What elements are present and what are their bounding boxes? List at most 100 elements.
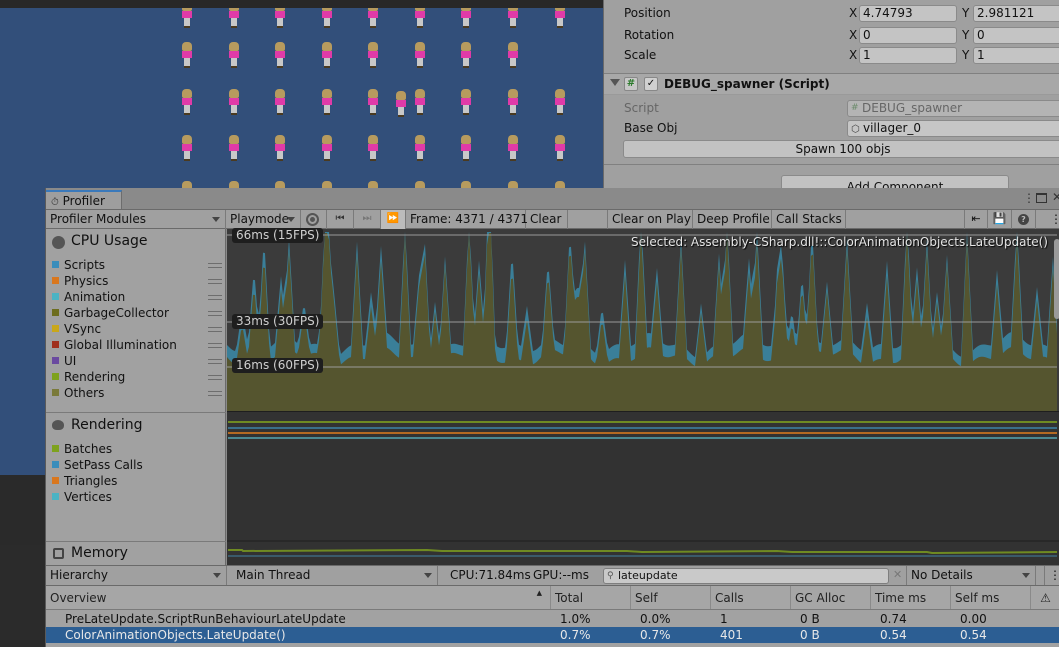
villager-sprite[interactable] bbox=[507, 89, 519, 115]
rendering-legend-item[interactable]: Triangles bbox=[52, 473, 117, 489]
villager-sprite[interactable] bbox=[274, 42, 286, 68]
cpu-legend-item[interactable]: Animation bbox=[52, 289, 125, 305]
close-icon[interactable]: ✕ bbox=[1052, 190, 1059, 204]
villager-sprite[interactable] bbox=[274, 89, 286, 115]
column-time-ms[interactable]: Time ms bbox=[870, 586, 950, 609]
villager-sprite[interactable] bbox=[367, 89, 379, 115]
profiler-modules-dropdown[interactable]: Profiler Modules bbox=[46, 210, 226, 229]
column-overview[interactable]: Overview ▲ bbox=[46, 586, 550, 609]
column-total[interactable]: Total bbox=[550, 586, 630, 609]
rotation-y-field[interactable]: 0 bbox=[973, 27, 1059, 44]
search-input[interactable]: ⚲ lateupdate bbox=[603, 568, 889, 584]
details-dropdown[interactable]: No Details bbox=[906, 566, 1036, 585]
rendering-legend-item[interactable]: SetPass Calls bbox=[52, 457, 143, 473]
drag-handle-icon[interactable] bbox=[208, 391, 222, 396]
scale-y-field[interactable]: 1 bbox=[973, 47, 1059, 64]
previous-frame-button[interactable]: ⏮ bbox=[327, 210, 354, 229]
cpu-legend-item[interactable]: Rendering bbox=[52, 369, 125, 385]
save-button[interactable]: 💾 bbox=[988, 210, 1012, 229]
cpu-legend-item[interactable]: Global Illumination bbox=[52, 337, 177, 353]
rendering-legend-item[interactable]: Batches bbox=[52, 441, 112, 457]
chart-scrollbar[interactable] bbox=[1054, 239, 1059, 319]
drag-handle-icon[interactable] bbox=[208, 279, 222, 284]
villager-sprite[interactable] bbox=[228, 89, 240, 115]
villager-sprite[interactable] bbox=[507, 135, 519, 161]
call-stacks-toggle[interactable]: Call Stacks bbox=[772, 210, 846, 229]
view-dropdown[interactable]: Hierarchy bbox=[46, 566, 227, 585]
villager-sprite[interactable] bbox=[274, 135, 286, 161]
thread-dropdown[interactable]: Main Thread bbox=[232, 566, 438, 585]
drag-handle-icon[interactable] bbox=[208, 295, 222, 300]
details-kebab-menu[interactable]: ⋮ bbox=[1044, 566, 1059, 585]
column-self-ms[interactable]: Self ms bbox=[950, 586, 1030, 609]
villager-sprite[interactable] bbox=[460, 135, 472, 161]
rotation-x-field[interactable]: 0 bbox=[859, 27, 957, 44]
cpu-module[interactable]: CPU Usage Scripts Physics Animation Garbage… bbox=[46, 229, 226, 412]
cpu-legend-item[interactable]: Others bbox=[52, 385, 104, 401]
clear-search-icon[interactable]: ✕ bbox=[893, 568, 902, 581]
target-dropdown[interactable]: Playmode bbox=[226, 210, 301, 229]
drag-handle-icon[interactable] bbox=[208, 359, 222, 364]
current-frame-button[interactable]: ⏩ bbox=[381, 210, 406, 229]
cpu-legend-item[interactable]: Scripts bbox=[52, 257, 105, 273]
drag-handle-icon[interactable] bbox=[208, 311, 222, 316]
kebab-menu-icon[interactable]: ⋮ bbox=[1023, 191, 1035, 205]
clear-button[interactable]: Clear bbox=[526, 210, 568, 229]
foldout-arrow-icon[interactable] bbox=[610, 79, 620, 86]
column-warnings[interactable]: ⚠ bbox=[1030, 586, 1059, 609]
cpu-legend-item[interactable]: VSync bbox=[52, 321, 101, 337]
villager-sprite[interactable] bbox=[460, 89, 472, 115]
record-button[interactable] bbox=[301, 210, 327, 229]
villager-sprite[interactable] bbox=[181, 42, 193, 68]
rendering-legend-item[interactable]: Vertices bbox=[52, 489, 112, 505]
cpu-legend-item[interactable]: UI bbox=[52, 353, 76, 369]
scale-x-field[interactable]: 1 bbox=[859, 47, 957, 64]
villager-sprite[interactable] bbox=[228, 135, 240, 161]
cpu-usage-chart[interactable]: 66ms (15FPS) 33ms (30FPS) 16ms (60FPS) S… bbox=[227, 228, 1059, 412]
position-y-field[interactable]: 2.981121 bbox=[973, 5, 1059, 22]
villager-sprite[interactable] bbox=[181, 135, 193, 161]
spawn-button[interactable]: Spawn 100 objs bbox=[623, 140, 1059, 158]
drag-handle-icon[interactable] bbox=[208, 327, 222, 332]
next-frame-button[interactable]: ⏭ bbox=[354, 210, 381, 229]
maximize-icon[interactable] bbox=[1036, 193, 1047, 203]
villager-sprite[interactable] bbox=[367, 42, 379, 68]
cpu-legend-item[interactable]: GarbageCollector bbox=[52, 305, 169, 321]
villager-sprite[interactable] bbox=[554, 135, 566, 161]
component-header[interactable]: # ✓ DEBUG_spawner (Script) bbox=[604, 73, 1059, 95]
clear-on-play-toggle[interactable]: Clear on Play bbox=[608, 210, 693, 229]
component-enabled-checkbox[interactable]: ✓ bbox=[644, 77, 658, 91]
hierarchy-row[interactable]: ColorAnimationObjects.LateUpdate() 0.7% 0.… bbox=[46, 627, 1059, 643]
drag-handle-icon[interactable] bbox=[208, 263, 222, 268]
villager-sprite[interactable] bbox=[395, 91, 407, 117]
villager-sprite[interactable] bbox=[414, 42, 426, 68]
villager-sprite[interactable] bbox=[321, 135, 333, 161]
villager-sprite[interactable] bbox=[414, 135, 426, 161]
profiler-tab[interactable]: ⏱ Profiler bbox=[46, 190, 122, 210]
villager-sprite[interactable] bbox=[367, 135, 379, 161]
column-calls[interactable]: Calls bbox=[710, 586, 790, 609]
villager-sprite[interactable] bbox=[507, 42, 519, 68]
profiler-charts[interactable]: 66ms (15FPS) 33ms (30FPS) 16ms (60FPS) S… bbox=[227, 228, 1059, 574]
help-button[interactable]: ? bbox=[1012, 210, 1036, 229]
toolbar-kebab-menu[interactable]: ⋮ bbox=[1046, 210, 1059, 229]
villager-sprite[interactable] bbox=[321, 42, 333, 68]
cpu-legend-item[interactable]: Physics bbox=[52, 273, 108, 289]
villager-sprite[interactable] bbox=[181, 89, 193, 115]
legend-color-swatch bbox=[52, 373, 59, 380]
villager-sprite[interactable] bbox=[321, 89, 333, 115]
position-x-field[interactable]: 4.74793 bbox=[859, 5, 957, 22]
hierarchy-row[interactable]: PreLateUpdate.ScriptRunBehaviourLateUpda… bbox=[46, 611, 1059, 627]
villager-sprite[interactable] bbox=[414, 89, 426, 115]
drag-handle-icon[interactable] bbox=[208, 375, 222, 380]
base-obj-field[interactable]: ⬡ villager_0 bbox=[847, 120, 1059, 137]
villager-sprite[interactable] bbox=[460, 42, 472, 68]
column-self[interactable]: Self bbox=[630, 586, 710, 609]
drag-handle-icon[interactable] bbox=[208, 343, 222, 348]
column-gc-alloc[interactable]: GC Alloc bbox=[790, 586, 870, 609]
load-button[interactable]: ⇤ bbox=[964, 210, 988, 229]
rendering-module[interactable]: Rendering Batches SetPass Calls Triangles V… bbox=[46, 413, 226, 541]
deep-profile-toggle[interactable]: Deep Profile bbox=[693, 210, 772, 229]
villager-sprite[interactable] bbox=[554, 89, 566, 115]
villager-sprite[interactable] bbox=[228, 42, 240, 68]
